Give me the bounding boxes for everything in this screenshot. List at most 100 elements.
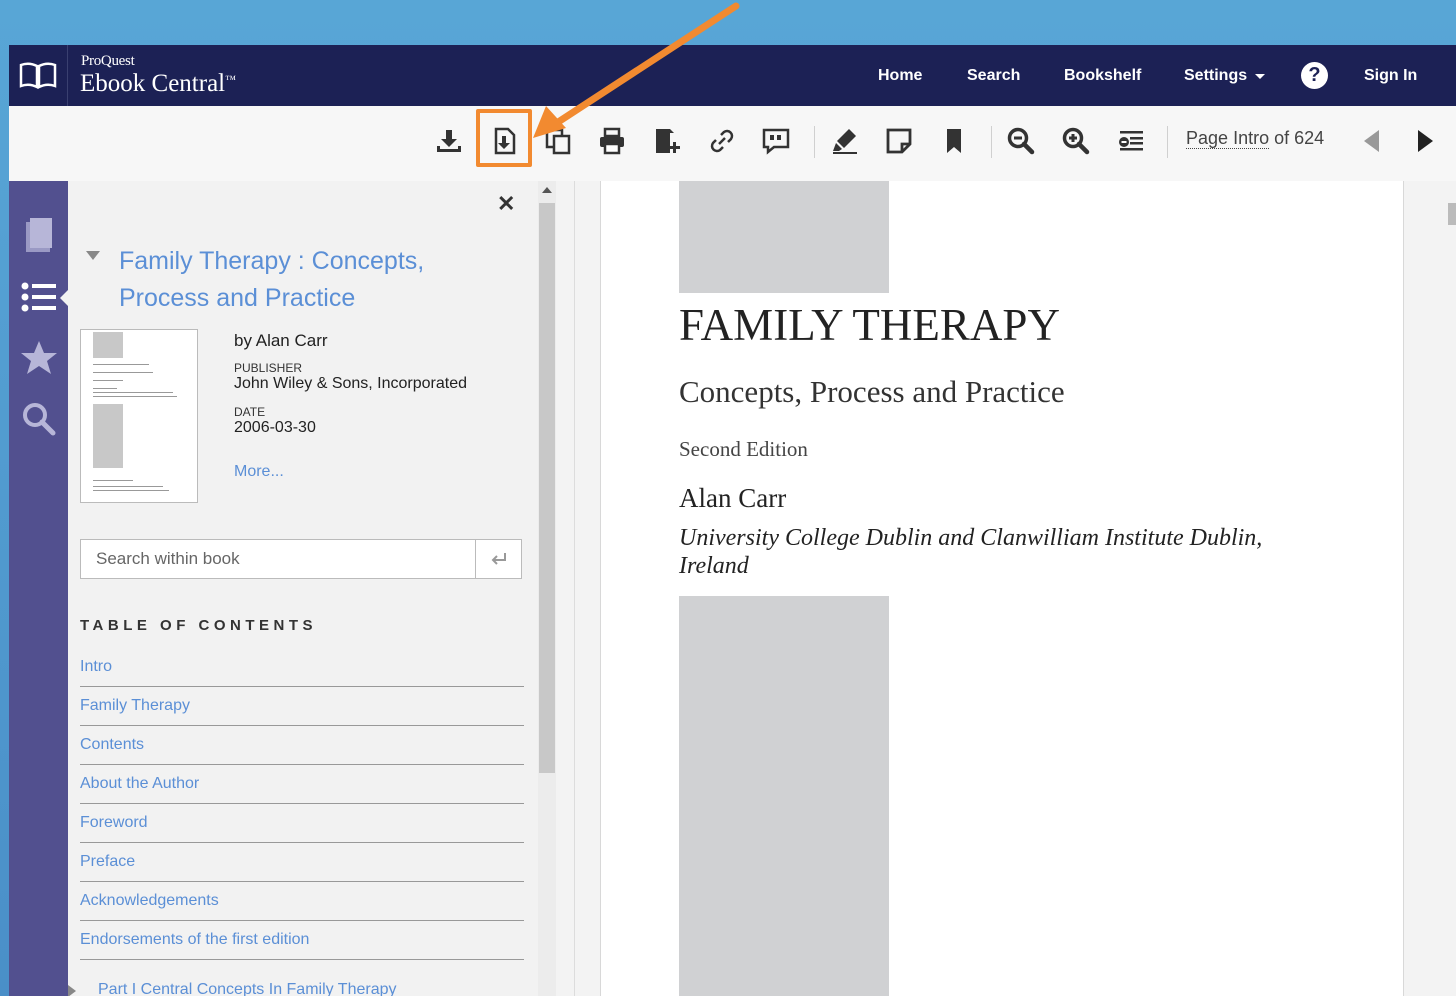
nav-settings[interactable]: Settings <box>1184 45 1267 106</box>
triangle-right-icon <box>1418 130 1433 152</box>
expand-triangle-icon[interactable] <box>68 985 76 996</box>
bookmark-button[interactable] <box>937 124 971 158</box>
document-scrollbar[interactable] <box>1446 181 1456 996</box>
scroll-up-icon[interactable] <box>542 187 552 193</box>
toc-item[interactable]: Foreword <box>80 804 524 843</box>
page-decor-block-bottom <box>679 596 889 996</box>
toolbar-divider <box>1167 126 1168 158</box>
zoom-out-icon <box>1007 127 1035 155</box>
add-note-button[interactable] <box>882 124 916 158</box>
cite-icon <box>762 128 790 155</box>
publisher-block: PUBLISHER John Wiley & Sons, Incorporate… <box>234 361 467 393</box>
toolbar-divider <box>991 126 992 158</box>
print-icon <box>600 127 624 155</box>
enter-arrow-icon <box>491 553 506 565</box>
page-title: FAMILY THERAPY <box>679 300 1060 350</box>
date-value: 2006-03-30 <box>234 419 316 436</box>
page-total: of 624 <box>1274 128 1325 148</box>
open-book-logo-icon <box>19 62 57 90</box>
toc-list: Intro Family Therapy Contents About the … <box>80 648 524 960</box>
viewer-gutter-line <box>574 181 575 996</box>
collapse-triangle-icon[interactable] <box>86 251 100 260</box>
search-within-book <box>80 539 522 579</box>
search-within-book-input[interactable] <box>81 540 475 578</box>
page-edition: Second Edition <box>679 437 808 461</box>
top-navigation-bar: ProQuest Ebook Central™ Home Search Book… <box>9 45 1456 106</box>
zoom-out-button[interactable] <box>1004 124 1038 158</box>
page-decor-block-top <box>679 181 889 293</box>
search-submit-button[interactable] <box>475 540 522 578</box>
date-label: DATE <box>234 405 266 419</box>
rail-annotations[interactable] <box>19 338 59 378</box>
publisher-value: John Wiley & Sons, Incorporated <box>234 375 468 392</box>
logo-divider <box>67 45 68 106</box>
link-icon <box>710 129 734 153</box>
book-page: FAMILY THERAPY Concepts, Process and Pra… <box>600 181 1404 996</box>
ebook-central-logo[interactable]: Ebook Central™ <box>80 70 236 98</box>
toc-item[interactable]: Family Therapy <box>80 687 524 726</box>
reader-toolbar: Page Intro of 624 <box>9 106 1456 182</box>
highlight-button[interactable] <box>828 124 862 158</box>
page-affiliation: University College Dublin and Clanwillia… <box>679 525 1263 579</box>
toc-item[interactable]: Contents <box>80 726 524 765</box>
toc-item[interactable]: About the Author <box>80 765 524 804</box>
date-block: DATE 2006-03-30 <box>234 405 316 437</box>
page-author: Alan Carr <box>679 483 787 513</box>
toc-part-item[interactable]: Part I Central Concepts In Family Therap… <box>68 981 397 996</box>
copy-link-button[interactable] <box>705 124 739 158</box>
document-viewer: FAMILY THERAPY Concepts, Process and Pra… <box>556 181 1456 996</box>
nav-settings-label: Settings <box>1184 66 1248 84</box>
close-panel-icon[interactable]: ✕ <box>497 191 515 217</box>
page-prefix: Page <box>1186 128 1229 148</box>
toc-item[interactable]: Endorsements of the first edition <box>80 921 524 960</box>
zoom-in-icon <box>1062 127 1090 155</box>
bookmark-icon <box>947 129 961 153</box>
callout-highlight-box <box>476 109 532 167</box>
book-info-panel: ✕ Family Therapy : Concepts, Process and… <box>68 181 538 996</box>
copy-button[interactable] <box>541 124 575 158</box>
highlight-icon <box>833 129 857 154</box>
book-title[interactable]: Family Therapy : Concepts, Process and P… <box>119 243 459 317</box>
panel-scroll-thumb[interactable] <box>539 203 555 773</box>
toc-item[interactable]: Intro <box>80 648 524 687</box>
search-icon <box>23 403 56 436</box>
ebook-reader-window: ProQuest Ebook Central™ Home Search Book… <box>9 45 1456 996</box>
next-page-button[interactable] <box>1408 124 1442 158</box>
rail-table-of-contents[interactable] <box>19 277 59 317</box>
toolbar-divider <box>814 126 815 158</box>
nav-home[interactable]: Home <box>878 45 922 106</box>
fit-page-button[interactable] <box>1114 124 1148 158</box>
fit-page-icon <box>1119 131 1143 151</box>
left-icon-rail <box>9 181 70 996</box>
list-icon <box>21 282 56 312</box>
previous-page-button[interactable] <box>1355 124 1389 158</box>
nav-search[interactable]: Search <box>967 45 1020 106</box>
proquest-logo-text: ProQuest <box>81 53 135 69</box>
add-to-bookshelf-icon <box>656 129 680 153</box>
toc-item[interactable]: Preface <box>80 843 524 882</box>
toc-heading: TABLE OF CONTENTS <box>80 617 318 634</box>
book-cover-thumbnail <box>80 329 198 503</box>
page-value: Intro <box>1233 128 1270 148</box>
rail-book-details[interactable] <box>19 215 59 255</box>
download-book-button[interactable] <box>432 124 466 158</box>
zoom-in-button[interactable] <box>1059 124 1093 158</box>
nav-bookshelf[interactable]: Bookshelf <box>1064 45 1141 106</box>
trademark-mark: ™ <box>225 74 236 86</box>
sign-in-link[interactable]: Sign In <box>1364 45 1417 106</box>
panel-scrollbar[interactable] <box>538 181 556 996</box>
page-indicator[interactable]: Page Intro of 624 <box>1186 128 1324 149</box>
document-scroll-thumb[interactable] <box>1448 203 1456 225</box>
toc-item[interactable]: Acknowledgements <box>80 882 524 921</box>
page-label: Page Intro <box>1186 128 1270 149</box>
more-details-link[interactable]: More... <box>234 463 284 481</box>
add-to-bookshelf-button[interactable] <box>650 124 684 158</box>
cite-button[interactable] <box>759 124 793 158</box>
print-button[interactable] <box>595 124 629 158</box>
book-author: by Alan Carr <box>234 331 328 350</box>
publisher-label: PUBLISHER <box>234 361 303 375</box>
book-icon <box>26 218 52 252</box>
rail-search[interactable] <box>19 399 59 439</box>
help-icon[interactable]: ? <box>1301 62 1328 89</box>
triangle-left-icon <box>1364 130 1379 152</box>
